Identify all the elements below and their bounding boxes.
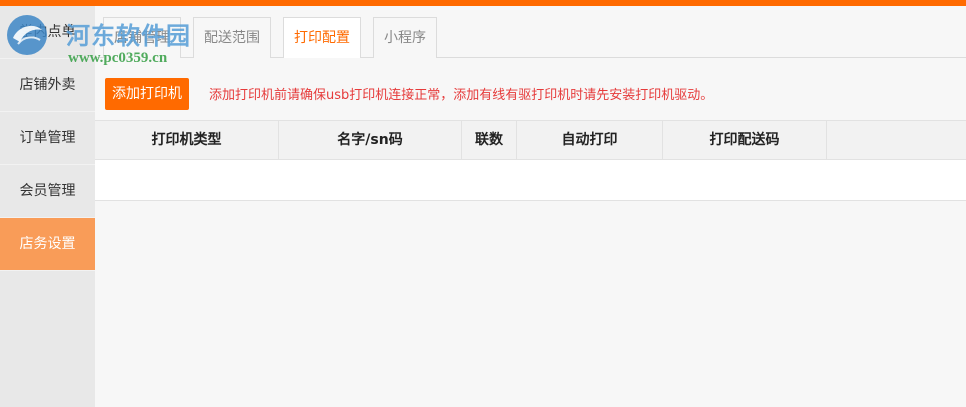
tab-print-config[interactable]: 打印配置 [283,17,361,59]
sidebar-item-store-settings[interactable]: 店务设置 [0,218,95,271]
tab-store-management[interactable]: 店铺管理 [103,17,181,59]
column-header-delivery-code: 打印配送码 [663,121,827,159]
column-header-copies: 联数 [462,121,517,159]
sidebar-item-orders[interactable]: 订单管理 [0,112,95,165]
printer-tip-text: 添加打印机前请确保usb打印机连接正常，添加有线有驱打印机时请先安装打印机驱动。 [209,88,714,103]
table-header-row: 打印机类型 名字/sn码 联数 自动打印 打印配送码 [95,120,966,160]
main-panel: 店铺管理 配送范围 打印配置 小程序 添加打印机 添加打印机前请确保usb打印机… [95,6,966,407]
column-header-printer-type: 打印机类型 [95,121,279,159]
tab-delivery-range[interactable]: 配送范围 [193,17,271,59]
tab-bar: 店铺管理 配送范围 打印配置 小程序 [95,6,966,59]
table-body-empty [95,160,966,201]
toolbar: 添加打印机 添加打印机前请确保usb打印机连接正常，添加有线有驱打印机时请先安装… [95,58,966,120]
sidebar-item-dine-in[interactable]: 堂内点单 [0,6,95,59]
column-header-name-sn: 名字/sn码 [279,121,462,159]
sidebar-item-members[interactable]: 会员管理 [0,165,95,218]
tab-mini-program[interactable]: 小程序 [373,17,437,59]
printer-table: 打印机类型 名字/sn码 联数 自动打印 打印配送码 [95,120,966,201]
add-printer-button[interactable]: 添加打印机 [105,78,189,110]
sidebar: 堂内点单 店铺外卖 订单管理 会员管理 店务设置 [0,6,95,407]
sidebar-item-takeout[interactable]: 店铺外卖 [0,59,95,112]
column-header-auto-print: 自动打印 [517,121,663,159]
